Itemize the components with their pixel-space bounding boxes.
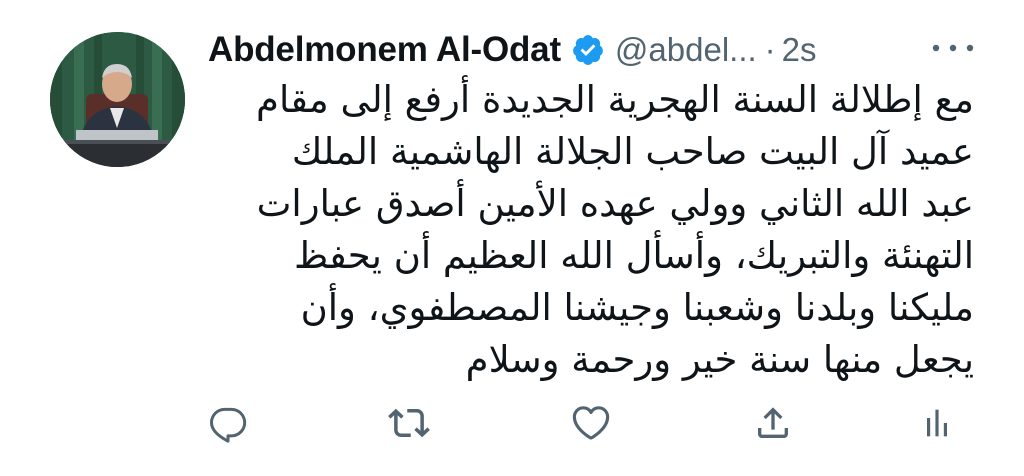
more-horizontal-icon[interactable] bbox=[928, 36, 978, 60]
author-name[interactable]: Abdelmonem Al-Odat bbox=[208, 30, 561, 70]
tweet-header: Abdelmonem Al-Odat @abdel... · 2s bbox=[208, 26, 817, 74]
analytics-button[interactable] bbox=[914, 400, 960, 446]
retweet-button[interactable] bbox=[386, 400, 432, 446]
share-button[interactable] bbox=[750, 400, 796, 446]
heart-icon bbox=[572, 406, 610, 440]
analytics-icon bbox=[927, 409, 947, 437]
separator-dot: · bbox=[764, 31, 776, 68]
tweet-text-line: يجعل منها سنة خير ورحمة وسلام bbox=[465, 338, 974, 381]
tweet-text-line: مع إطلالة السنة الهجرية الجديدة أرفع إلى… bbox=[256, 78, 974, 121]
tweet-timestamp[interactable]: 2s bbox=[782, 31, 817, 69]
tweet-card[interactable]: Abdelmonem Al-Odat @abdel... · 2s مع إطل… bbox=[0, 0, 1024, 476]
like-button[interactable] bbox=[568, 400, 614, 446]
reply-button[interactable] bbox=[205, 400, 251, 446]
avatar-image bbox=[50, 32, 185, 167]
tweet-text: مع إطلالة السنة الهجرية الجديدة أرفع إلى… bbox=[204, 74, 974, 386]
retweet-icon bbox=[388, 408, 430, 438]
tweet-text-line: مليكنا وبلدنا وشعبنا وجيشنا المصطفوي، وأ… bbox=[300, 286, 974, 329]
share-icon bbox=[758, 407, 788, 438]
tweet-text-line: عبد الله الثاني وولي عهده الأمين أصدق عب… bbox=[256, 182, 974, 225]
avatar[interactable] bbox=[50, 32, 185, 167]
reply-icon bbox=[210, 407, 247, 443]
author-handle[interactable]: @abdel... bbox=[615, 31, 757, 69]
verified-badge-icon bbox=[571, 33, 605, 67]
tweet-text-line: عميد آل البيت صاحب الجلالة الهاشمية المل… bbox=[291, 130, 974, 173]
tweet-text-line: التهنئة والتبريك، وأسأل الله العظيم أن ي… bbox=[293, 234, 974, 277]
